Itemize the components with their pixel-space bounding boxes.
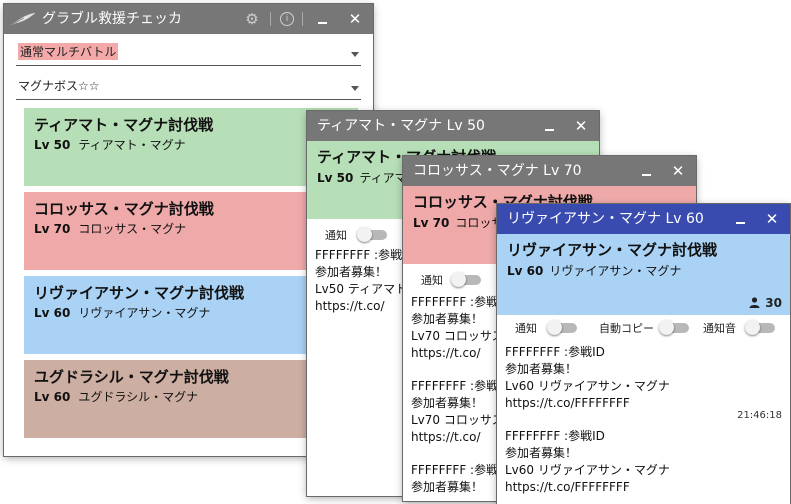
notify-toggle[interactable] xyxy=(451,272,481,287)
auto-copy-toggle[interactable] xyxy=(659,320,689,335)
close-button[interactable]: ✕ xyxy=(666,156,690,186)
raid-boss-name: ティアマト・マグナ xyxy=(78,138,186,152)
user-count: 30 xyxy=(749,292,782,311)
raid-card-title: コロッサス・マグナ討伐戦 xyxy=(34,200,214,218)
raid-card-title: リヴァイアサン・マグナ討伐戦 xyxy=(34,284,245,302)
user-icon xyxy=(749,297,760,308)
raid-boss-name: リヴァイアサン・マグナ xyxy=(78,306,211,320)
raid-boss-name: ユグドラシル・マグナ xyxy=(78,390,199,404)
minimize-button[interactable] xyxy=(728,204,752,234)
user-count-value: 30 xyxy=(765,296,782,310)
tweet-raid-id: FFFFFFFF :参戦ID xyxy=(505,345,605,359)
settings-gear-icon[interactable]: ⚙ xyxy=(240,4,264,34)
main-titlebar[interactable]: グラブル救援チェッカ ⚙ i ✕ xyxy=(4,4,373,34)
leviathan-window: リヴァイアサン・マグナ Lv 60 ✕ リヴァイアサン・マグナ討伐戦 Lv 60… xyxy=(497,204,790,504)
tweet-text: Lv60 リヴァイアサン・マグナ xyxy=(505,463,670,477)
tiamat-titlebar[interactable]: ティアマト・マグナ Lv 50 ✕ xyxy=(307,111,599,141)
info-icon[interactable]: i xyxy=(280,12,294,26)
minimize-button[interactable] xyxy=(537,111,561,141)
notify-label: 通知 xyxy=(325,229,347,242)
raid-level: Lv 50 xyxy=(34,138,71,152)
raid-card-title: ティアマト・マグナ討伐戦 xyxy=(34,116,214,134)
tweet-text: 参加者募集！ xyxy=(411,480,484,494)
battle-type-value: 通常マルチバトル xyxy=(18,43,119,60)
sound-toggle[interactable] xyxy=(745,320,775,335)
tweet-timestamp: 21:46:18 xyxy=(737,410,782,421)
raid-level: Lv 70 xyxy=(413,216,450,230)
tweet-item[interactable]: FFFFFFFF :参戦ID 参加者募集！ Lv60 リヴァイアサン・マグナ http… xyxy=(505,428,670,496)
raid-card-subtitle: Lv 60 リヴァイアサン・マグナ xyxy=(34,304,210,321)
tweet-link[interactable]: https://t.co/FFFFFFFF xyxy=(505,479,670,496)
leviathan-titlebar[interactable]: リヴァイアサン・マグナ Lv 60 ✕ xyxy=(497,204,790,234)
feather-icon xyxy=(10,11,36,27)
raid-card-subtitle: Lv 50 ティアマト・マグナ xyxy=(34,136,186,153)
tweet-text: 参加者募集！ xyxy=(505,362,578,376)
raid-heading: リヴァイアサン・マグナ討伐戦 xyxy=(507,241,718,259)
raid-card-subtitle: Lv 70 コロッサス・マグナ xyxy=(34,220,186,237)
tweet-item[interactable]: FFFFFFFF :参戦ID 参加者募集！ Lv60 リヴァイアサン・マグナ http… xyxy=(505,344,670,412)
raid-card-title: ユグドラシル・マグナ討伐戦 xyxy=(34,368,229,386)
tweet-raid-id: FFFFFFFF :参戦ID xyxy=(411,463,511,477)
raid-card-subtitle: Lv 60 ユグドラシル・マグナ xyxy=(34,388,198,405)
battle-type-select[interactable]: 通常マルチバトル xyxy=(16,37,361,66)
raid-level: Lv 60 xyxy=(507,264,544,278)
window-title: ティアマト・マグナ Lv 50 xyxy=(317,118,485,134)
app-title: グラブル救援チェッカ xyxy=(42,11,182,27)
window-title: コロッサス・マグナ Lv 70 xyxy=(413,163,582,179)
tweet-raid-id: FFFFFFFF :参戦ID xyxy=(505,429,605,443)
titlebar-divider xyxy=(270,12,271,26)
chevron-down-icon xyxy=(351,52,359,57)
tweet-item[interactable]: FFFFFFFF :参戦ID 参加者募集！ xyxy=(411,462,511,496)
minimize-button[interactable] xyxy=(634,156,658,186)
notify-label: 通知 xyxy=(421,274,443,287)
notify-toggle[interactable] xyxy=(547,320,577,335)
close-button[interactable]: ✕ xyxy=(343,4,367,34)
close-button[interactable]: ✕ xyxy=(569,111,593,141)
sound-label: 通知音 xyxy=(703,322,736,335)
raid-boss-name: コロッサス・マグナ xyxy=(78,222,187,236)
tweet-link[interactable]: https://t.co/FFFFFFFF xyxy=(505,395,670,412)
close-button[interactable]: ✕ xyxy=(760,204,784,234)
raid-level: Lv 60 xyxy=(34,390,71,404)
auto-copy-label: 自動コピー xyxy=(599,322,654,335)
raid-subheading: Lv 60 リヴァイアサン・マグナ xyxy=(507,262,681,279)
colossus-titlebar[interactable]: コロッサス・マグナ Lv 70 ✕ xyxy=(403,156,696,186)
raid-boss-name: リヴァイアサン・マグナ xyxy=(549,264,682,278)
window-title: リヴァイアサン・マグナ Lv 60 xyxy=(507,211,704,227)
minimize-button[interactable] xyxy=(310,4,334,34)
raid-level: Lv 70 xyxy=(34,222,71,236)
notify-toggle[interactable] xyxy=(357,227,387,242)
raid-level: Lv 50 xyxy=(317,171,354,185)
titlebar-divider xyxy=(302,12,303,26)
raid-header: リヴァイアサン・マグナ討伐戦 Lv 60 リヴァイアサン・マグナ 30 xyxy=(497,234,790,315)
tweet-text: Lv60 リヴァイアサン・マグナ xyxy=(505,379,670,393)
boss-filter-value: マグナボス☆☆ xyxy=(18,79,100,93)
raid-level: Lv 60 xyxy=(34,306,71,320)
notify-label: 通知 xyxy=(515,322,537,335)
tweet-text: 参加者募集！ xyxy=(505,446,578,460)
chevron-down-icon xyxy=(351,86,359,91)
boss-filter-select[interactable]: マグナボス☆☆ xyxy=(16,71,361,100)
